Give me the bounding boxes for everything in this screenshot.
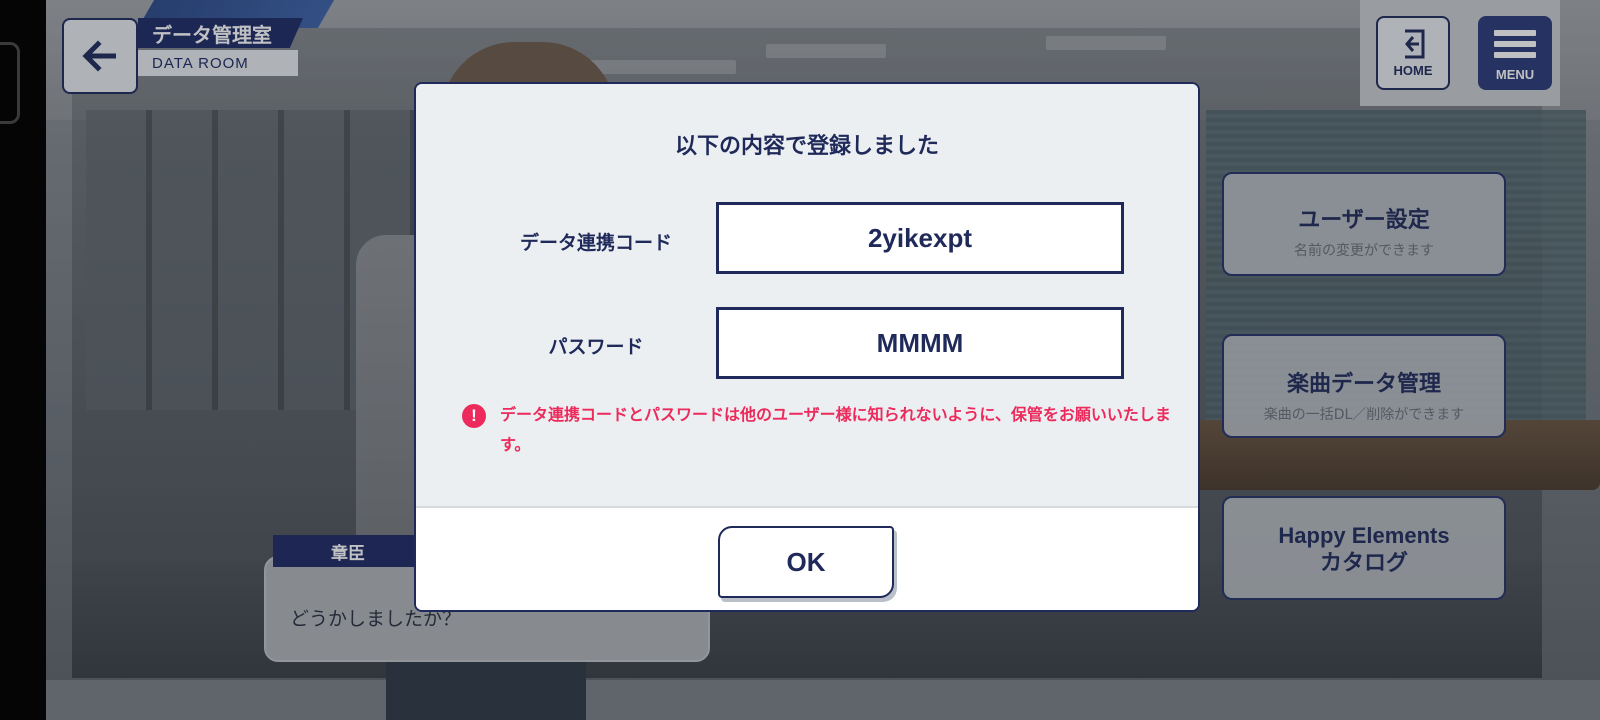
modal-title: 以下の内容で登録しました <box>674 134 939 159</box>
code-label: データ連携コード <box>519 232 672 254</box>
warning-text: データ連携コードとパスワードは他のユーザー様に知られないように、保管をお願いいた… <box>500 405 1171 454</box>
modal-body: 以下の内容で登録しました データ連携コード 2yikexpt パスワード MMM… <box>416 84 1198 506</box>
hexagon-shape-icon <box>0 42 20 124</box>
password-label: パスワード <box>548 336 644 358</box>
left-system-bar <box>0 0 46 720</box>
registration-modal: 以下の内容で登録しました データ連携コード 2yikexpt パスワード MMM… <box>414 82 1200 612</box>
password-field: MMMM <box>716 307 1124 379</box>
code-field: 2yikexpt <box>716 202 1124 274</box>
exclamation-circle-icon: ! <box>462 404 486 428</box>
ok-button[interactable]: OK <box>718 526 894 598</box>
